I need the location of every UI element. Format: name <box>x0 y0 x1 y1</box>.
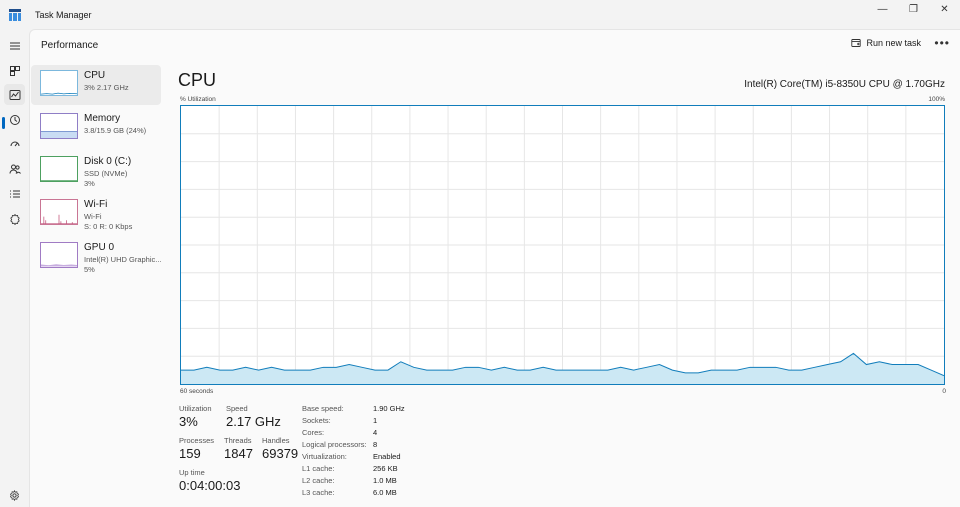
title-bar: Task Manager — ❐ ✕ <box>0 0 960 29</box>
threads-value: 1847 <box>224 446 253 461</box>
spec-value: 4 <box>373 428 378 437</box>
utilization-value: 3% <box>179 414 198 429</box>
close-button[interactable]: ✕ <box>929 0 960 18</box>
spec-value: 256 KB <box>373 464 398 473</box>
nav-performance[interactable] <box>4 84 25 105</box>
device-name: Memory <box>84 113 121 124</box>
processes-value: 159 <box>179 446 201 461</box>
run-new-task-label: Run new task <box>866 38 921 48</box>
spec-value: 6.0 MB <box>373 488 397 497</box>
task-manager-icon <box>9 8 21 21</box>
page-title: Performance <box>41 40 99 51</box>
users-icon <box>9 164 21 174</box>
cpu-thumbnail <box>40 70 78 96</box>
nav-users[interactable] <box>4 158 25 179</box>
device-detail: S: 0 R: 0 Kbps <box>84 222 133 231</box>
spec-value: 8 <box>373 440 378 449</box>
nav-details[interactable] <box>4 183 25 204</box>
cpu-model: Intel(R) Core(TM) i5-8350U CPU @ 1.70GHz <box>744 79 945 90</box>
y-axis-max: 100% <box>928 96 945 103</box>
settings-button[interactable] <box>4 486 25 504</box>
utilization-label: Utilization <box>179 404 212 413</box>
hamburger-icon <box>9 42 20 49</box>
device-detail: Wi-Fi <box>84 212 102 221</box>
y-axis-label: % Utilization <box>180 96 216 103</box>
nav-startup-apps[interactable] <box>4 133 25 154</box>
device-detail: 3% 2.17 GHz <box>84 83 129 92</box>
performance-icon <box>9 89 20 100</box>
graph-grid <box>181 106 944 384</box>
uptime-label: Up time <box>179 468 205 477</box>
hamburger-menu-button[interactable] <box>4 35 25 56</box>
app-title: Task Manager <box>35 9 92 20</box>
minimize-button[interactable]: — <box>867 0 898 18</box>
device-name: Disk 0 (C:) <box>84 156 132 167</box>
handles-value: 69379 <box>262 446 299 461</box>
content-area: Performance Run new task ••• CPU 3% 2.17… <box>29 29 960 507</box>
cpu-utilization-graph <box>180 105 945 385</box>
spec-label: Logical processors: <box>302 440 367 449</box>
device-disk[interactable]: Disk 0 (C:) SSD (NVMe) 3% <box>31 151 161 191</box>
nav-rail <box>0 29 29 507</box>
startup-apps-icon <box>10 141 19 146</box>
processes-icon <box>9 65 20 76</box>
memory-thumbnail <box>40 113 78 139</box>
threads-label: Threads <box>224 436 252 445</box>
device-detail: 3.8/15.9 GB (24%) <box>84 126 147 135</box>
processes-label: Processes <box>179 436 215 445</box>
spec-label: L3 cache: <box>302 488 335 497</box>
device-name: GPU 0 <box>84 242 115 253</box>
app-history-icon <box>9 114 20 125</box>
spec-label: Base speed: <box>302 404 344 413</box>
device-name: CPU <box>84 70 106 81</box>
cpu-graph-svg <box>181 106 944 384</box>
gear-icon <box>9 489 20 501</box>
nav-processes[interactable] <box>4 60 25 81</box>
spec-label: L1 cache: <box>302 464 335 473</box>
device-wifi[interactable]: Wi-Fi Wi-Fi S: 0 R: 0 Kbps <box>31 194 161 234</box>
device-detail: Intel(R) UHD Graphic... <box>84 255 162 264</box>
device-detail: SSD (NVMe) <box>84 169 128 178</box>
handles-label: Handles <box>262 436 290 445</box>
spec-label: L2 cache: <box>302 476 335 485</box>
x-axis-right-label: 0 <box>942 388 946 395</box>
device-memory[interactable]: Memory 3.8/15.9 GB (24%) <box>31 108 161 148</box>
nav-app-history[interactable] <box>4 109 25 130</box>
spec-label: Sockets: <box>302 416 331 425</box>
spec-label: Virtualization: <box>302 452 347 461</box>
speed-value: 2.17 GHz <box>226 414 281 429</box>
spec-value: 1.0 MB <box>373 476 397 485</box>
uptime-value: 0:04:00:03 <box>179 478 241 493</box>
disk-thumbnail <box>40 156 78 182</box>
device-cpu[interactable]: CPU 3% 2.17 GHz <box>31 65 161 105</box>
device-name: Wi-Fi <box>84 199 108 210</box>
wifi-thumbnail <box>40 199 78 225</box>
spec-value: Enabled <box>373 452 401 461</box>
spec-label: Cores: <box>302 428 325 437</box>
device-list: CPU 3% 2.17 GHz Memory 3.8/15.9 GB (24%)… <box>31 65 162 280</box>
spec-value: 1.90 GHz <box>373 404 405 413</box>
services-icon <box>9 213 20 225</box>
x-axis-left-label: 60 seconds <box>180 388 214 395</box>
more-options-button[interactable]: ••• <box>934 36 950 50</box>
maximize-button[interactable]: ❐ <box>898 0 929 18</box>
run-new-task-button[interactable]: Run new task <box>851 38 921 48</box>
device-detail: 5% <box>84 265 95 274</box>
device-detail: 3% <box>84 179 95 188</box>
gpu-thumbnail <box>40 242 78 268</box>
spec-value: 1 <box>373 416 378 425</box>
cpu-title: CPU <box>178 70 217 90</box>
speed-label: Speed <box>226 404 248 413</box>
nav-services[interactable] <box>4 208 25 229</box>
details-icon <box>9 190 20 197</box>
device-gpu[interactable]: GPU 0 Intel(R) UHD Graphic... 5% <box>31 237 162 277</box>
run-task-icon <box>851 39 862 47</box>
